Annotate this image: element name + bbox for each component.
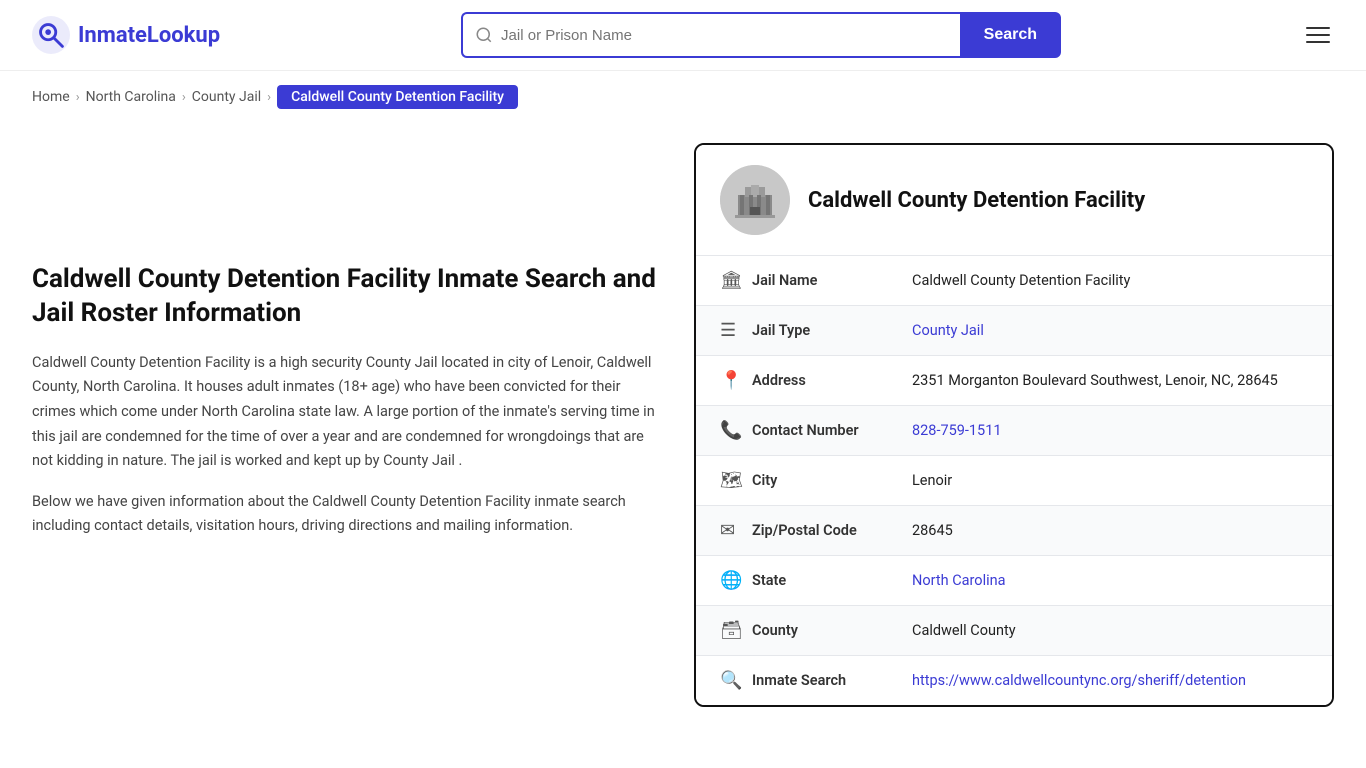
row-value-address: 2351 Morganton Boulevard Southwest, Leno…	[912, 372, 1308, 389]
logo[interactable]: InmateLookup	[32, 16, 220, 54]
table-row: 🌐 State North Carolina	[696, 556, 1332, 606]
row-label-jail-name: Jail Name	[752, 272, 912, 289]
mail-icon: ✉	[720, 520, 752, 541]
breadcrumb-sep-1: ›	[76, 90, 80, 105]
page-heading: Caldwell County Detention Facility Inmat…	[32, 263, 662, 331]
breadcrumb-sep-3: ›	[267, 90, 271, 105]
row-value-jail-name: Caldwell County Detention Facility	[912, 272, 1308, 289]
phone-link[interactable]: 828-759-1511	[912, 422, 1002, 439]
facility-thumbnail	[720, 165, 790, 235]
breadcrumb-active: Caldwell County Detention Facility	[277, 85, 518, 109]
breadcrumb-home[interactable]: Home	[32, 89, 70, 105]
search-input-wrapper	[461, 12, 960, 58]
table-row: 📞 Contact Number 828-759-1511	[696, 406, 1332, 456]
facility-image	[720, 165, 790, 235]
search-area: Search	[461, 12, 1061, 58]
right-column: Caldwell County Detention Facility 🏛 Jai…	[694, 143, 1334, 707]
jail-type-link[interactable]: County Jail	[912, 322, 984, 339]
row-value-state[interactable]: North Carolina	[912, 572, 1308, 589]
row-value-jail-type[interactable]: County Jail	[912, 322, 1308, 339]
row-label-jail-type: Jail Type	[752, 322, 912, 339]
search-input[interactable]	[501, 27, 948, 44]
search-icon: 🔍	[720, 670, 752, 691]
info-card: Caldwell County Detention Facility 🏛 Jai…	[694, 143, 1334, 707]
globe-icon: 🌐	[720, 570, 752, 591]
row-label-county: County	[752, 622, 912, 639]
table-row: 🗃 County Caldwell County	[696, 606, 1332, 656]
row-value-contact[interactable]: 828-759-1511	[912, 422, 1308, 439]
menu-line-2	[1306, 34, 1330, 36]
row-value-inmate-search[interactable]: https://www.caldwellcountync.org/sheriff…	[912, 672, 1308, 689]
breadcrumb-state[interactable]: North Carolina	[86, 89, 176, 105]
row-label-zip: Zip/Postal Code	[752, 522, 912, 539]
info-card-header: Caldwell County Detention Facility	[696, 145, 1332, 256]
header: InmateLookup Search	[0, 0, 1366, 71]
row-label-inmate-search: Inmate Search	[752, 672, 912, 689]
search-button[interactable]: Search	[960, 12, 1061, 58]
table-row: 🔍 Inmate Search https://www.caldwellcoun…	[696, 656, 1332, 705]
row-value-zip: 28645	[912, 522, 1308, 539]
jail-icon: 🏛	[720, 270, 752, 291]
left-column: Caldwell County Detention Facility Inmat…	[32, 143, 662, 707]
table-row: 📍 Address 2351 Morganton Boulevard South…	[696, 356, 1332, 406]
row-value-city: Lenoir	[912, 472, 1308, 489]
description-para-2: Below we have given information about th…	[32, 490, 662, 539]
menu-line-3	[1306, 41, 1330, 43]
breadcrumb-sep-2: ›	[182, 90, 186, 105]
main-content: Caldwell County Detention Facility Inmat…	[0, 123, 1366, 727]
menu-line-1	[1306, 27, 1330, 29]
breadcrumb-jail-type[interactable]: County Jail	[192, 89, 261, 105]
list-icon: ☰	[720, 320, 752, 341]
row-value-county: Caldwell County	[912, 622, 1308, 639]
county-icon: 🗃	[720, 620, 752, 641]
table-row: 🏛 Jail Name Caldwell County Detention Fa…	[696, 256, 1332, 306]
logo-text: InmateLookup	[78, 23, 220, 48]
logo-icon	[32, 16, 70, 54]
phone-icon: 📞	[720, 420, 752, 441]
description-para-1: Caldwell County Detention Facility is a …	[32, 351, 662, 474]
city-icon: 🗺	[720, 470, 752, 491]
breadcrumb: Home › North Carolina › County Jail › Ca…	[0, 71, 1366, 123]
row-label-address: Address	[752, 372, 912, 389]
state-link[interactable]: North Carolina	[912, 572, 1006, 589]
location-icon: 📍	[720, 370, 752, 391]
inmate-search-link[interactable]: https://www.caldwellcountync.org/sheriff…	[912, 672, 1246, 689]
hamburger-menu-button[interactable]	[1302, 23, 1334, 47]
row-label-contact: Contact Number	[752, 422, 912, 439]
info-card-title: Caldwell County Detention Facility	[808, 188, 1145, 213]
table-row: 🗺 City Lenoir	[696, 456, 1332, 506]
row-label-state: State	[752, 572, 912, 589]
row-label-city: City	[752, 472, 912, 489]
search-icon	[475, 26, 493, 44]
table-row: ✉ Zip/Postal Code 28645	[696, 506, 1332, 556]
table-row: ☰ Jail Type County Jail	[696, 306, 1332, 356]
